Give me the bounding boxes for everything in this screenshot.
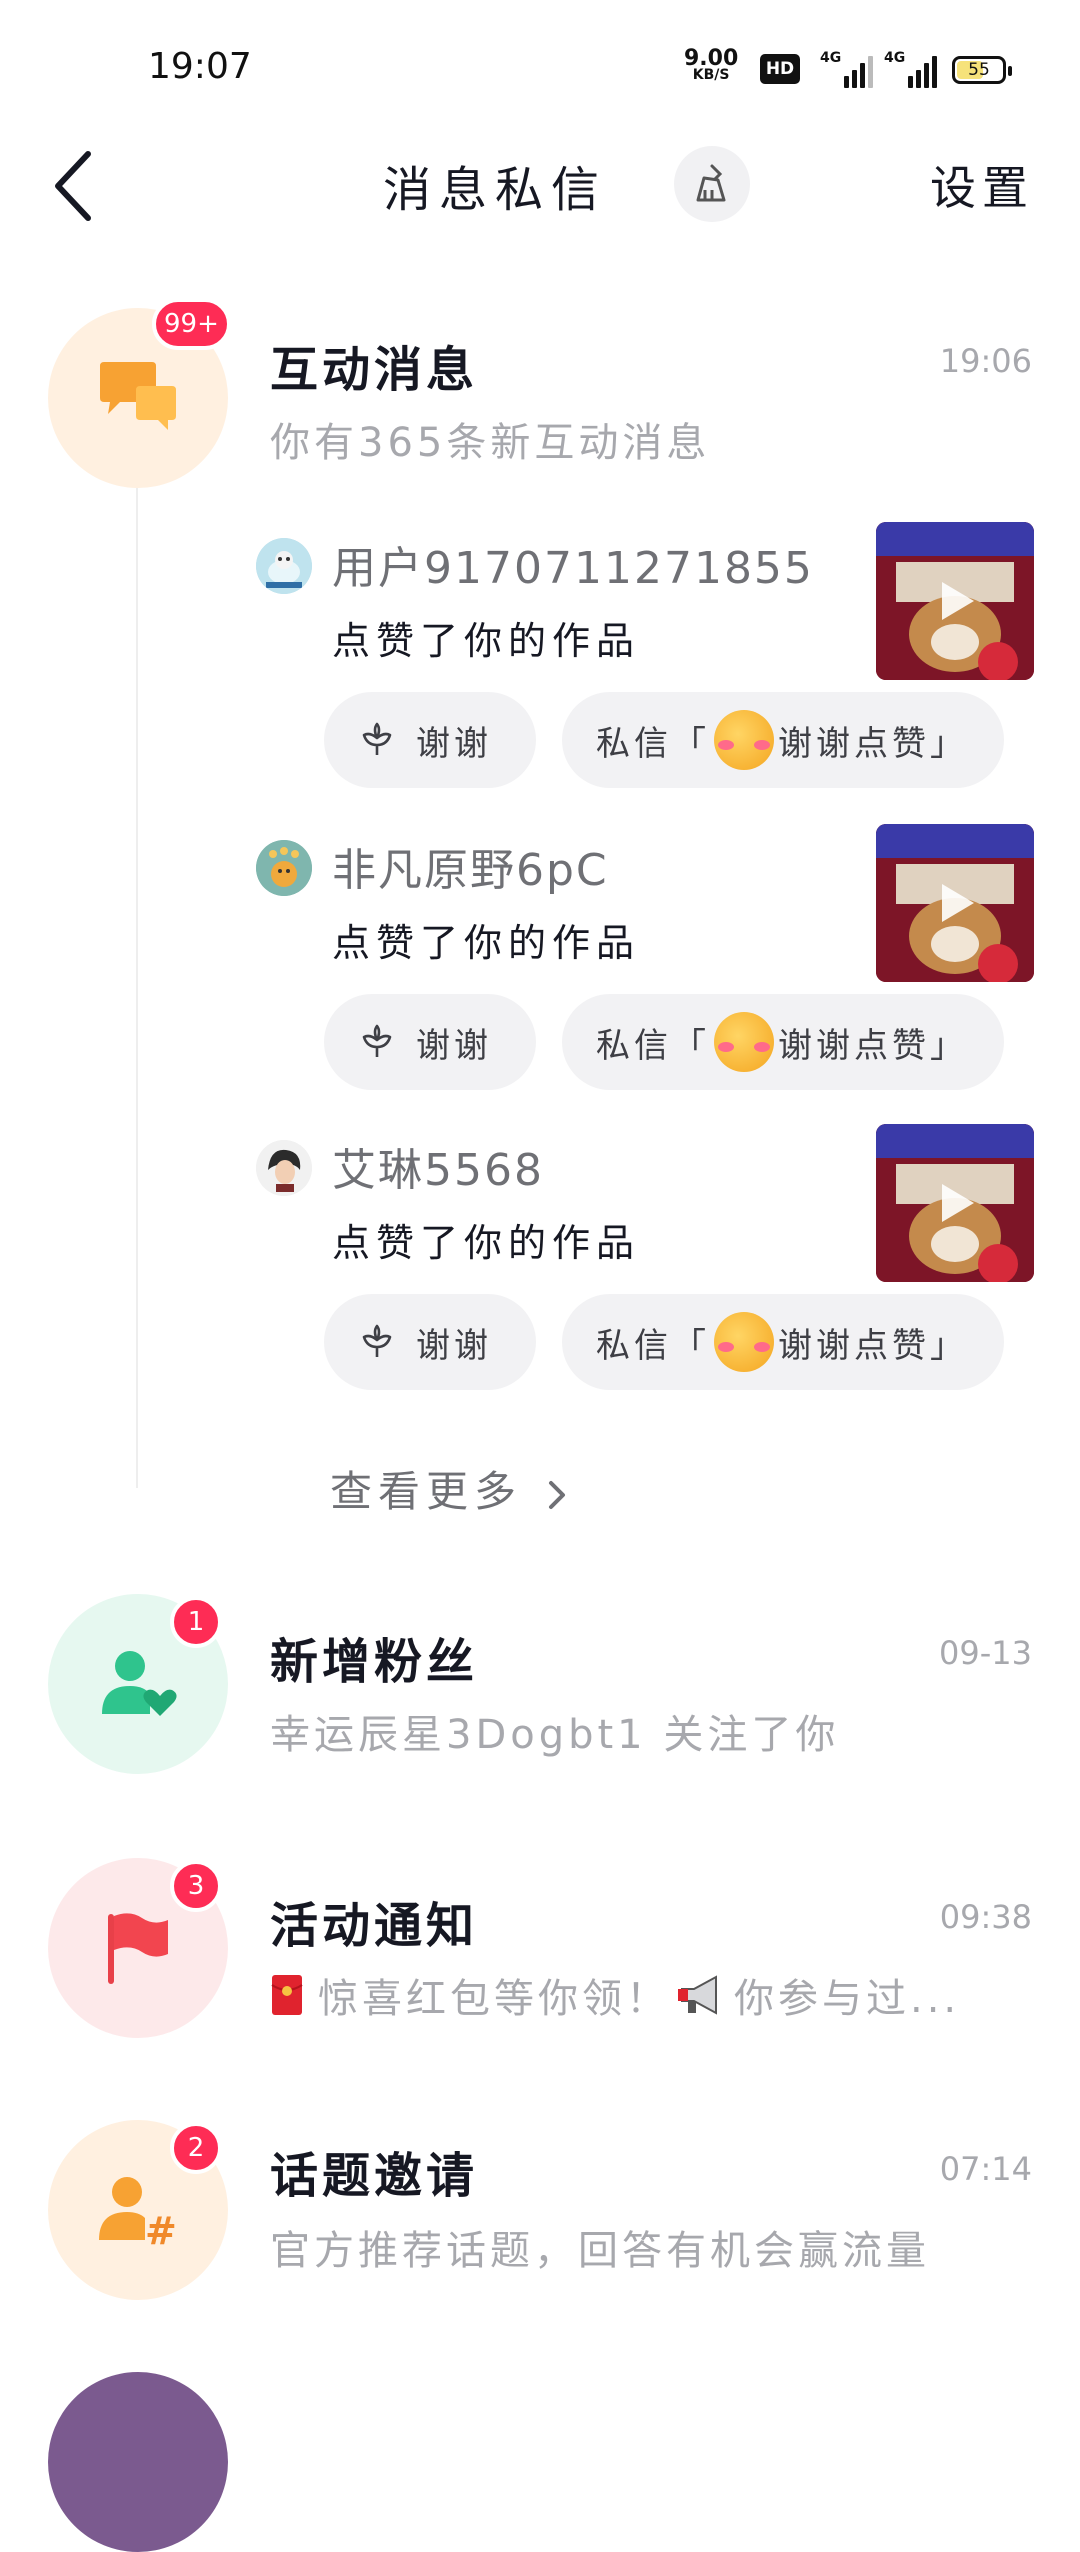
interactions-title: 互动消息 (270, 342, 479, 398)
thanks-label: 谢谢 (416, 1025, 492, 1066)
dm-text: 谢谢点赞 (778, 723, 930, 764)
see-more-link[interactable]: 查看更多 (330, 1458, 569, 1519)
topic-invite-badge: 2 (170, 2122, 222, 2174)
new-followers-badge: 1 (170, 1596, 222, 1648)
signal-icon-2: 4G (884, 50, 937, 88)
status-time: 19:07 (148, 46, 252, 87)
dm-text: 谢谢点赞 (778, 1325, 930, 1366)
activity-notice-text-1: 惊喜红包等你领！ (318, 1976, 670, 2022)
activity-notice-badge: 3 (170, 1860, 222, 1912)
activity-notice-subtitle: 惊喜红包等你领！ 你参与过... (270, 1966, 960, 2024)
blush-emoji-icon (714, 1312, 774, 1372)
thanks-button[interactable]: 谢谢 (324, 1294, 536, 1390)
chat-bubbles-icon (100, 362, 176, 430)
user-avatar[interactable] (256, 1140, 312, 1196)
blush-emoji-icon (714, 1012, 774, 1072)
thanks-label: 谢谢 (416, 723, 492, 764)
dm-prefix: 私信「 (596, 1325, 710, 1366)
dm-text: 谢谢点赞 (778, 1025, 930, 1066)
flag-icon (108, 1913, 168, 1984)
avatar-image (256, 1140, 312, 1196)
user-name[interactable]: 艾琳5568 (332, 1134, 544, 1198)
megaphone-icon (678, 1975, 717, 2015)
dm-prefix: 私信「 (596, 723, 710, 764)
new-followers-subtitle: 幸运辰星3Dogbt1 关注了你 (270, 1712, 840, 1758)
person-hash-icon: # (99, 2177, 177, 2250)
dm-thanks-button[interactable]: 私信「 谢谢点赞 」 (562, 692, 1004, 788)
red-envelope-icon (271, 1975, 303, 2015)
topic-invite-title: 话题邀请 (270, 2148, 479, 2204)
avatar-image (256, 840, 312, 896)
flower-icon (362, 722, 392, 755)
play-icon (942, 1184, 974, 1222)
flower-icon (362, 1024, 392, 1057)
person-heart-icon (102, 1651, 177, 1716)
dm-prefix: 私信「 (596, 1025, 710, 1066)
user-name[interactable]: 用户9170711271855 (332, 532, 814, 596)
dm-suffix: 」 (930, 723, 968, 764)
avatar-image (256, 538, 312, 594)
dm-thanks-button[interactable]: 私信「 谢谢点赞 」 (562, 994, 1004, 1090)
play-icon (942, 884, 974, 922)
video-thumbnail[interactable] (876, 824, 1034, 982)
flower-icon (362, 1324, 392, 1357)
thanks-label: 谢谢 (416, 1325, 492, 1366)
page-title: 消息私信 (382, 162, 607, 218)
user-name[interactable]: 非凡原野6pC (332, 834, 609, 898)
signal-icon-1: 4G (820, 50, 873, 88)
new-followers-title: 新增粉丝 (270, 1634, 479, 1690)
activity-notice-time: 09:38 (939, 1898, 1032, 1936)
signal-label-2: 4G (884, 50, 906, 66)
interaction-action: 点赞了你的作品 (332, 619, 641, 663)
video-thumbnail[interactable] (876, 1124, 1034, 1282)
clear-unread-button[interactable] (674, 146, 750, 222)
battery-icon: 55 (952, 56, 1012, 84)
thanks-button[interactable]: 谢谢 (324, 994, 536, 1090)
thread-line (136, 488, 138, 1488)
topic-invite-time: 07:14 (939, 2150, 1032, 2188)
see-more-label: 查看更多 (330, 1467, 523, 1516)
hd-voice-icon: HD (760, 54, 800, 84)
interaction-action: 点赞了你的作品 (332, 921, 641, 965)
activity-notice-title: 活动通知 (270, 1898, 479, 1954)
interactions-time: 19:06 (939, 342, 1032, 380)
svg-text:#: # (145, 2209, 177, 2250)
user-avatar[interactable] (256, 840, 312, 896)
dm-thanks-button[interactable]: 私信「 谢谢点赞 」 (562, 1294, 1004, 1390)
signal-label-1: 4G (820, 50, 842, 66)
broom-icon (696, 164, 726, 202)
battery-level: 55 (968, 60, 990, 80)
play-icon (942, 582, 974, 620)
interactions-subtitle: 你有365条新互动消息 (270, 420, 711, 466)
topic-invite-subtitle: 官方推荐话题，回答有机会赢流量 (270, 2228, 930, 2274)
interactions-badge: 99+ (152, 298, 231, 350)
next-row-avatar[interactable] (48, 2372, 228, 2552)
thanks-button[interactable]: 谢谢 (324, 692, 536, 788)
blush-emoji-icon (714, 710, 774, 770)
activity-notice-text-2: 你参与过... (734, 1976, 961, 2022)
settings-button[interactable]: 设置 (930, 152, 1034, 218)
network-speed-value: 9.00 (684, 46, 739, 71)
video-thumbnail[interactable] (876, 522, 1034, 680)
dm-suffix: 」 (930, 1025, 968, 1066)
dm-suffix: 」 (930, 1325, 968, 1366)
interaction-action: 点赞了你的作品 (332, 1221, 641, 1265)
network-speed: 9.00 KB/S (684, 46, 739, 84)
new-followers-time: 09-13 (939, 1634, 1032, 1672)
chevron-right-icon (549, 1480, 566, 1509)
user-avatar[interactable] (256, 538, 312, 594)
